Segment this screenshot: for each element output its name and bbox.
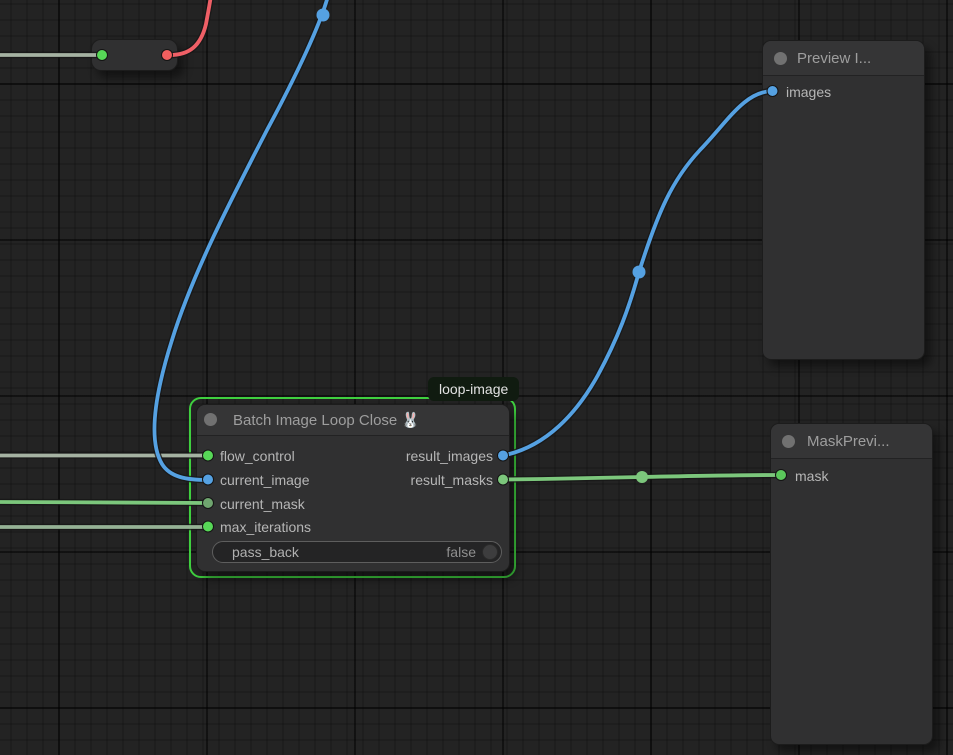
- node-title-tag: loop-image: [428, 377, 519, 401]
- wire-current-mask[interactable]: [0, 502, 208, 503]
- node-graph-canvas[interactable]: Batch Image Loop Close 🐰 flow_control cu…: [0, 0, 953, 755]
- port-result-masks[interactable]: [498, 474, 509, 485]
- port-result-images[interactable]: [498, 450, 509, 461]
- wire-red-from-collapsed[interactable]: [167, 0, 211, 55]
- port-current-mask[interactable]: [203, 498, 214, 509]
- port-collapsed-input[interactable]: [97, 50, 108, 61]
- port-max-iterations[interactable]: [203, 521, 214, 532]
- port-mask[interactable]: [776, 470, 787, 481]
- wire-into-current-image[interactable]: [154, 0, 329, 480]
- port-collapsed-output[interactable]: [162, 50, 173, 61]
- port-images[interactable]: [767, 86, 778, 97]
- reroute-dot-blue-mid[interactable]: [633, 266, 646, 279]
- port-flow-control[interactable]: [203, 450, 214, 461]
- port-current-image[interactable]: [203, 474, 214, 485]
- reroute-dot-green-mid[interactable]: [636, 471, 648, 483]
- reroute-dot-blue-top[interactable]: [317, 9, 330, 22]
